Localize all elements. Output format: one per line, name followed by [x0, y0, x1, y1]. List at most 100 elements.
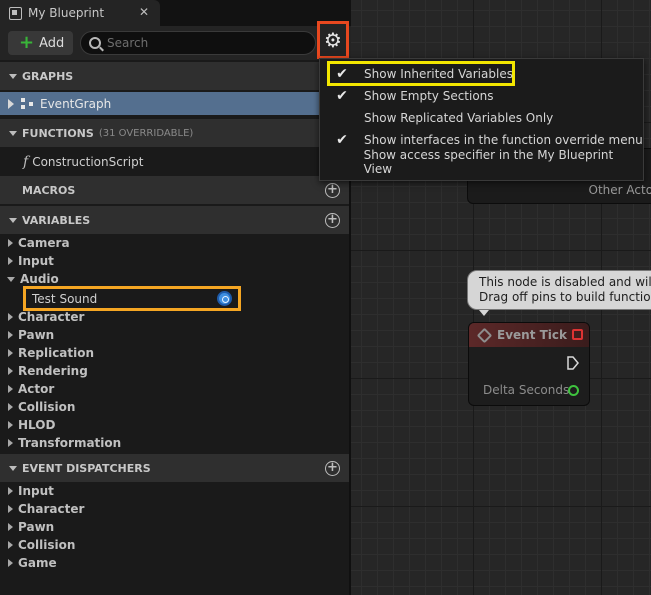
- category-label: Actor: [18, 382, 55, 396]
- dispatcher-category-character[interactable]: Character: [0, 500, 349, 518]
- variable-label: Test Sound: [32, 291, 98, 306]
- checkmark-icon: ✔: [336, 132, 348, 148]
- expand-arrow-icon[interactable]: [8, 313, 13, 321]
- expand-arrow-icon[interactable]: [8, 367, 13, 375]
- expand-arrow-icon[interactable]: [8, 487, 13, 495]
- variable-category-pawn[interactable]: Pawn: [0, 326, 349, 344]
- search-input[interactable]: [107, 36, 297, 50]
- gear-icon: ⚙: [324, 28, 342, 52]
- menu-item-label: Show access specifier in the My Blueprin…: [363, 148, 614, 176]
- dispatcher-category-game[interactable]: Game: [0, 554, 349, 572]
- dispatcher-category-input[interactable]: Input: [0, 482, 349, 500]
- expand-arrow-icon[interactable]: [8, 385, 13, 393]
- chevron-down-icon: [9, 217, 17, 223]
- section-functions-label: FUNCTIONS: [22, 126, 94, 140]
- category-label: Input: [18, 484, 54, 498]
- variable-category-input[interactable]: Input: [0, 252, 349, 270]
- sound-variable-icon: [217, 291, 232, 306]
- category-label: Transformation: [18, 436, 122, 450]
- section-event-dispatchers[interactable]: EVENT DISPATCHERS +: [0, 454, 349, 482]
- event-diamond-icon: [476, 327, 493, 343]
- expand-arrow-icon[interactable]: [8, 505, 13, 513]
- close-icon[interactable]: ✕: [139, 5, 149, 19]
- category-label: Rendering: [18, 364, 88, 378]
- exec-out-pin-icon[interactable]: [567, 356, 579, 370]
- add-label: Add: [39, 35, 65, 51]
- tab-title: My Blueprint: [28, 6, 105, 20]
- variable-category-character[interactable]: Character: [0, 308, 349, 326]
- add-button[interactable]: + Add: [8, 31, 73, 55]
- view-options-menu: ✔ Show Inherited Variables ✔ Show Empty …: [319, 58, 644, 181]
- chevron-down-icon: [9, 73, 17, 79]
- add-macro-icon[interactable]: +: [325, 183, 340, 198]
- variable-category-replication[interactable]: Replication: [0, 344, 349, 362]
- add-variable-icon[interactable]: +: [325, 213, 340, 228]
- category-label: Character: [18, 310, 85, 324]
- eventgraph-label: EventGraph: [40, 96, 112, 111]
- search-box[interactable]: [80, 31, 316, 55]
- search-icon: [89, 37, 101, 49]
- variable-category-transformation[interactable]: Transformation: [0, 434, 349, 452]
- expand-arrow-icon[interactable]: [8, 257, 13, 265]
- tab-bar: My Blueprint ✕: [0, 0, 351, 26]
- settings-button[interactable]: ⚙: [317, 21, 349, 59]
- category-label: Audio: [20, 272, 59, 286]
- expand-arrow-icon[interactable]: [8, 439, 13, 447]
- variable-category-rendering[interactable]: Rendering: [0, 362, 349, 380]
- expand-arrow-icon[interactable]: [8, 541, 13, 549]
- function-item-constructionscript[interactable]: f ConstructionScript: [0, 151, 349, 173]
- section-graphs-label: GRAPHS: [22, 69, 74, 83]
- category-label: HLOD: [18, 418, 56, 432]
- delta-seconds-label: Delta Seconds: [483, 383, 570, 397]
- tooltip-tail: [479, 310, 489, 316]
- checkmark-icon: ✔: [336, 88, 348, 104]
- graph-item-eventgraph[interactable]: EventGraph: [0, 92, 349, 115]
- section-macros-label: MACROS: [22, 183, 76, 197]
- category-label: Game: [18, 556, 57, 570]
- menu-item-show-access-specifier[interactable]: Show access specifier in the My Blueprin…: [320, 148, 643, 176]
- dispatcher-category-pawn[interactable]: Pawn: [0, 518, 349, 536]
- event-tick-header[interactable]: Event Tick: [469, 323, 589, 347]
- category-label: Character: [18, 502, 85, 516]
- menu-item-show-inherited-variables[interactable]: ✔ Show Inherited Variables: [320, 63, 643, 85]
- float-pin-icon[interactable]: [568, 385, 579, 396]
- category-label: Pawn: [18, 328, 55, 342]
- tooltip-line-2: Drag off pins to build functiona: [479, 290, 651, 304]
- menu-item-label: Show Replicated Variables Only: [364, 111, 554, 125]
- menu-item-show-empty-sections[interactable]: ✔ Show Empty Sections: [320, 85, 643, 107]
- add-event-dispatcher-icon[interactable]: +: [325, 461, 340, 476]
- variable-category-camera[interactable]: Camera: [0, 234, 349, 252]
- menu-item-label: Show interfaces in the function override…: [364, 133, 643, 147]
- variable-item-test-sound[interactable]: Test Sound: [26, 289, 238, 308]
- dispatcher-category-collision[interactable]: Collision: [0, 536, 349, 554]
- section-graphs[interactable]: GRAPHS: [0, 62, 349, 90]
- expand-arrow-icon[interactable]: [8, 421, 13, 429]
- tooltip-line-1: This node is disabled and will n: [479, 275, 651, 289]
- function-icon: f: [23, 154, 29, 170]
- disabled-node-tooltip: This node is disabled and will n Drag of…: [467, 270, 651, 310]
- variable-category-hlod[interactable]: HLOD: [0, 416, 349, 434]
- plus-icon: +: [19, 32, 35, 53]
- menu-item-show-replicated-only[interactable]: Show Replicated Variables Only: [320, 107, 643, 129]
- delegate-pin-icon[interactable]: [572, 329, 583, 340]
- variable-category-collision[interactable]: Collision: [0, 398, 349, 416]
- section-variables[interactable]: VARIABLES +: [0, 206, 349, 234]
- my-blueprint-panel: My Blueprint ✕ + Add GRAPHS EventGraph F…: [0, 0, 351, 595]
- expand-arrow-icon[interactable]: [8, 403, 13, 411]
- toolbar: + Add: [0, 26, 351, 60]
- section-functions[interactable]: FUNCTIONS (31 OVERRIDABLE): [0, 119, 349, 147]
- event-tick-node[interactable]: Event Tick Delta Seconds: [468, 322, 590, 406]
- collapse-arrow-icon[interactable]: [7, 276, 15, 282]
- blueprint-icon: [9, 6, 22, 20]
- constructionscript-label: ConstructionScript: [32, 155, 144, 169]
- category-label: Pawn: [18, 520, 55, 534]
- expand-arrow-icon[interactable]: [8, 523, 13, 531]
- tab-my-blueprint[interactable]: My Blueprint ✕: [0, 0, 160, 26]
- variable-category-actor[interactable]: Actor: [0, 380, 349, 398]
- expand-arrow-icon[interactable]: [8, 349, 13, 357]
- expand-arrow-icon[interactable]: [8, 331, 13, 339]
- expand-arrow-icon[interactable]: [8, 239, 13, 247]
- expand-arrow-icon[interactable]: [8, 98, 14, 109]
- section-macros[interactable]: MACROS +: [0, 176, 349, 204]
- expand-arrow-icon[interactable]: [8, 559, 13, 567]
